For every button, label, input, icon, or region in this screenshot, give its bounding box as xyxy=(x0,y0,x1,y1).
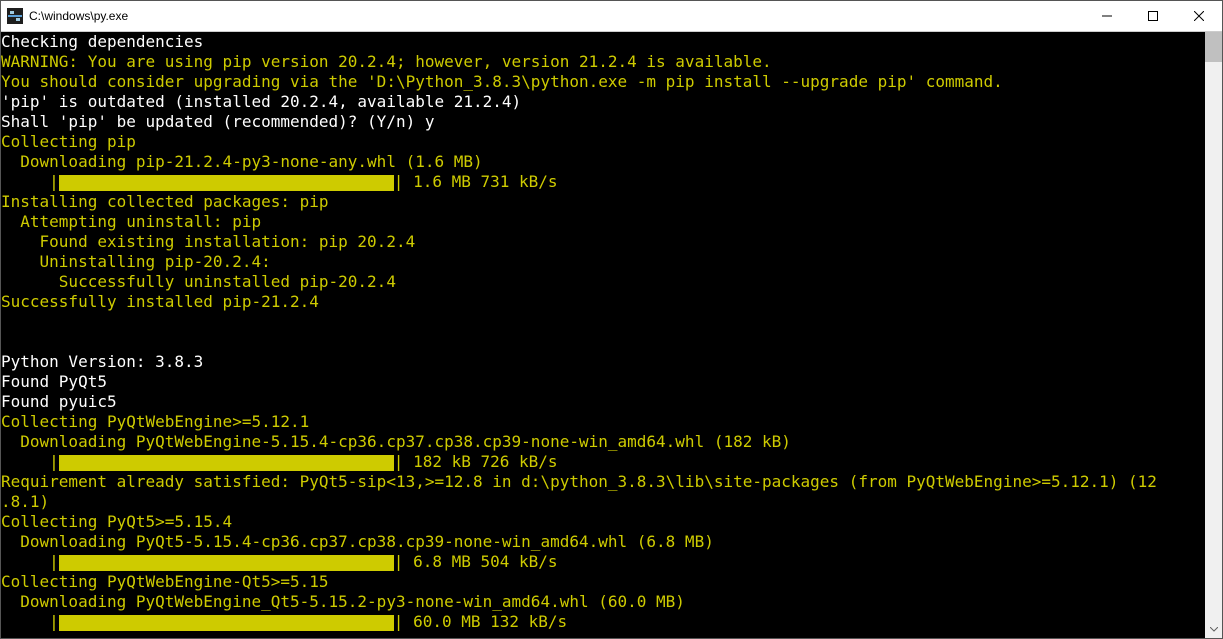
close-button[interactable] xyxy=(1176,1,1222,31)
console-line: Installing collected packages: pip xyxy=(1,192,1205,212)
console-line: Shall 'pip' be updated (recommended)? (Y… xyxy=(1,112,1205,132)
console-line: Found existing installation: pip 20.2.4 xyxy=(1,232,1205,252)
console-line: WARNING: You are using pip version 20.2.… xyxy=(1,52,1205,72)
console-line: Collecting PyQt5>=5.15.4 xyxy=(1,512,1205,532)
scrollbar-thumb[interactable] xyxy=(1205,32,1222,62)
console-line: Found pyuic5 xyxy=(1,392,1205,412)
console-line: || 6.8 MB 504 kB/s xyxy=(1,552,1205,572)
console-line: Collecting PyQtWebEngine>=5.12.1 xyxy=(1,412,1205,432)
progress-bar xyxy=(59,555,394,571)
console-line: Collecting pip xyxy=(1,132,1205,152)
console-line: Downloading pip-21.2.4-py3-none-any.whl … xyxy=(1,152,1205,172)
progress-bar xyxy=(59,175,394,191)
console-line: Successfully uninstalled pip-20.2.4 xyxy=(1,272,1205,292)
window-title: C:\windows\py.exe xyxy=(29,9,1084,23)
titlebar[interactable]: C:\windows\py.exe xyxy=(1,1,1222,32)
console-line: Downloading PyQtWebEngine-5.15.4-cp36.cp… xyxy=(1,432,1205,452)
console-line xyxy=(1,312,1205,332)
console-line: Successfully installed pip-21.2.4 xyxy=(1,292,1205,312)
console-line: Requirement already satisfied: PyQt5-sip… xyxy=(1,472,1205,492)
window-controls xyxy=(1084,1,1222,31)
console-line: || 1.6 MB 731 kB/s xyxy=(1,172,1205,192)
console-line: Attempting uninstall: pip xyxy=(1,212,1205,232)
console-line: || 182 kB 726 kB/s xyxy=(1,452,1205,472)
scroll-down-arrow[interactable] xyxy=(1205,621,1222,638)
console-area: Checking dependenciesWARNING: You are us… xyxy=(1,32,1222,638)
app-icon xyxy=(7,8,23,24)
progress-bar xyxy=(59,615,394,631)
progress-bar xyxy=(59,455,394,471)
maximize-button[interactable] xyxy=(1130,1,1176,31)
console-line: Downloading PyQt5-5.15.4-cp36.cp37.cp38.… xyxy=(1,532,1205,552)
console-line: .8.1) xyxy=(1,492,1205,512)
console-line: Python Version: 3.8.3 xyxy=(1,352,1205,372)
console-line: You should consider upgrading via the 'D… xyxy=(1,72,1205,92)
window: C:\windows\py.exe Checking dependenciesW… xyxy=(0,0,1223,639)
console-output[interactable]: Checking dependenciesWARNING: You are us… xyxy=(1,32,1205,638)
console-line: Found PyQt5 xyxy=(1,372,1205,392)
console-line: 'pip' is outdated (installed 20.2.4, ava… xyxy=(1,92,1205,112)
console-line: Downloading PyQtWebEngine_Qt5-5.15.2-py3… xyxy=(1,592,1205,612)
console-line: || 60.0 MB 132 kB/s xyxy=(1,612,1205,632)
console-line: Checking dependencies xyxy=(1,32,1205,52)
console-line: Collecting PyQtWebEngine-Qt5>=5.15 xyxy=(1,572,1205,592)
console-line xyxy=(1,332,1205,352)
console-line: Uninstalling pip-20.2.4: xyxy=(1,252,1205,272)
minimize-button[interactable] xyxy=(1084,1,1130,31)
vertical-scrollbar[interactable] xyxy=(1205,32,1222,638)
